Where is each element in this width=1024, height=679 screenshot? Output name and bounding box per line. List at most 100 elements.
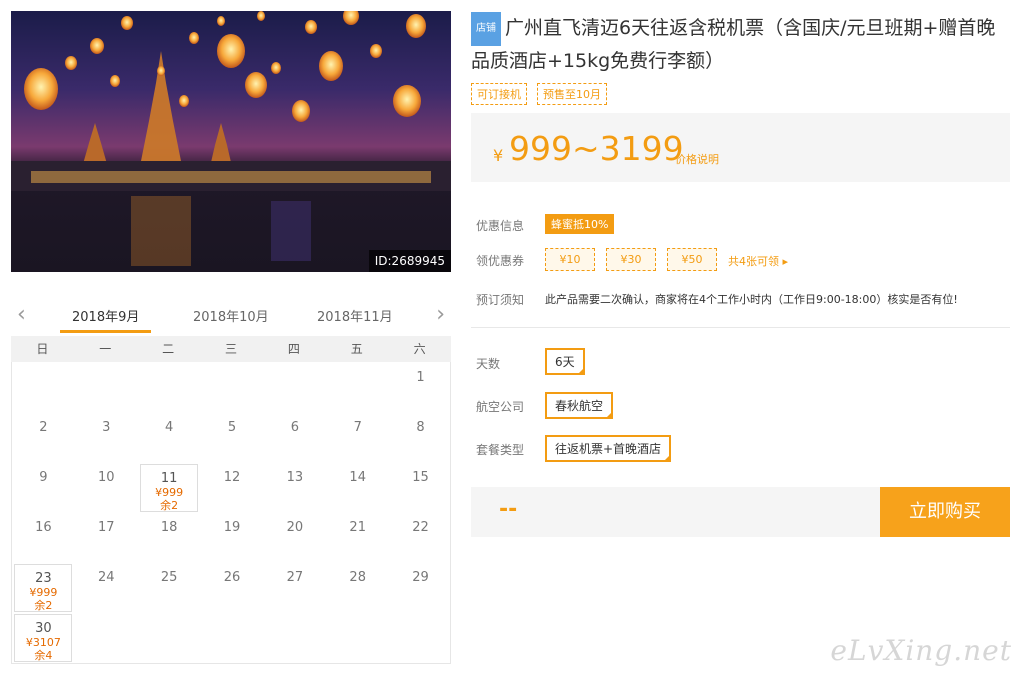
temple-night-image [11, 11, 451, 266]
calendar-day: 8 [392, 414, 450, 462]
day-number: 6 [290, 420, 299, 435]
coupon-10[interactable]: ¥10 [545, 248, 595, 271]
day-number: 1 [416, 370, 425, 385]
calendar-day: 19 [203, 514, 261, 562]
feature-tag: 可订接机 [471, 83, 527, 105]
calendar-day: 16 [14, 514, 72, 562]
calendar-grid: 1 2 3 4 5 6 7 8 9 10 11 ¥999 余2 12 13 14 15 16 17 18 19 20 21 2… [11, 362, 451, 664]
calendar-day: 29 [392, 564, 450, 612]
weekday: 三 [225, 342, 238, 356]
total-price: -- [499, 497, 518, 522]
calendar-day: 14 [329, 464, 387, 512]
days-label: 天数 [476, 357, 501, 371]
day-number: 10 [98, 470, 115, 485]
calendar-day: 27 [266, 564, 324, 612]
product-title: 店铺 广州直飞清迈6天往返含税机票（含国庆/元旦班期+赠首晚品质酒店+15kg免费… [471, 12, 1011, 76]
day-number: 17 [98, 520, 115, 535]
coupon-50[interactable]: ¥50 [667, 248, 717, 271]
calendar-day: 1 [392, 364, 450, 412]
day-number: 27 [286, 570, 304, 585]
price-range: 999~3199 [509, 129, 684, 168]
weekday: 六 [413, 342, 426, 356]
day-number: 28 [349, 570, 366, 585]
option-package[interactable]: 往返机票+首晚酒店 [545, 435, 672, 462]
option-airline[interactable]: 春秋航空 [545, 392, 614, 419]
option-days[interactable]: 6天 [545, 348, 585, 375]
coupon-more-link[interactable]: 共4张可领 ▸ [728, 253, 788, 269]
coupon-30[interactable]: ¥30 [606, 248, 656, 271]
shop-badge: 店铺 [471, 12, 501, 46]
booking-note: 此产品需要二次确认，商家将在4个工作小时内（工作日9:00-18:00）核实是否… [545, 293, 958, 306]
airline-label: 航空公司 [476, 400, 525, 414]
promo-label: 优惠信息 [476, 219, 525, 233]
day-number: 20 [286, 520, 304, 535]
weekday: 日 [36, 342, 49, 356]
day-number: 12 [223, 470, 241, 485]
tab-month-oct[interactable]: 2018年10月 [193, 306, 269, 325]
price-currency: ¥ [493, 146, 504, 165]
feature-tag: 预售至10月 [537, 83, 607, 105]
weekday: 一 [99, 342, 112, 356]
tab-month-sep[interactable]: 2018年9月 [59, 306, 152, 333]
day-number: 19 [223, 520, 241, 535]
chevron-left-icon[interactable]: ‹ [17, 304, 26, 326]
calendar-day: 15 [392, 464, 450, 512]
day-number: 3 [102, 420, 111, 435]
day-number: 25 [160, 570, 178, 585]
calendar-day: 18 [140, 514, 198, 562]
tab-month-nov[interactable]: 2018年11月 [317, 306, 393, 325]
promo-badge: 蜂蜜抵10% [545, 214, 615, 234]
day-number: 5 [227, 420, 237, 435]
day-number: 24 [98, 570, 115, 585]
divider [471, 327, 1010, 328]
day-number: 29 [412, 570, 429, 585]
booking-label: 预订须知 [476, 293, 525, 307]
calendar-day: 4 [140, 414, 198, 462]
calendar-day: 12 [203, 464, 261, 512]
day-number: 22 [412, 520, 429, 535]
day-number: 14 [349, 470, 366, 485]
day-price: ¥999 [29, 586, 58, 599]
day-number: 11 [160, 471, 178, 486]
calendar-day: 2 [14, 414, 72, 462]
product-title-text: 广州直飞清迈6天往返含税机票（含国庆/元旦班期+赠首晚品质酒店+15kg免费行李… [471, 17, 996, 72]
day-number: 26 [223, 570, 241, 585]
day-number: 15 [412, 470, 429, 485]
price-panel: ¥ 999~3199 价格说明 [471, 113, 1010, 182]
feature-tags: 可订接机 预售至10月 [471, 83, 607, 105]
calendar-header: ‹ 2018年9月 2018年10月 2018年11月 › [11, 300, 451, 336]
calendar-day: 9 [14, 464, 72, 512]
calendar-day: 25 [140, 564, 198, 612]
calendar-day[interactable]: 30 ¥3107 余4 [14, 614, 73, 662]
price-note-link[interactable]: 价格说明 [675, 151, 719, 167]
calendar-day[interactable]: 11 ¥999 余2 [140, 464, 199, 512]
watermark: eLvXing.net [830, 634, 1012, 667]
calendar-day: 6 [266, 414, 324, 462]
package-label: 套餐类型 [476, 443, 525, 457]
day-number: 13 [286, 470, 304, 485]
product-photo: ID:2689945 [11, 11, 451, 272]
day-number: 8 [416, 420, 425, 435]
day-number: 21 [349, 520, 366, 535]
calendar-day: 5 [203, 414, 261, 462]
product-title-block: 店铺 广州直飞清迈6天往返含税机票（含国庆/元旦班期+赠首晚品质酒店+15kg免费… [471, 12, 1011, 76]
day-stock: 余4 [34, 649, 53, 662]
day-number: 18 [160, 520, 178, 535]
day-number: 16 [35, 520, 52, 535]
day-price: ¥3107 [25, 636, 61, 649]
calendar-day: 13 [266, 464, 324, 512]
calendar-day: 26 [203, 564, 261, 612]
day-price: ¥999 [155, 486, 184, 499]
calendar-day: 17 [77, 514, 135, 562]
day-stock: 余2 [34, 599, 53, 612]
calendar-day: 3 [77, 414, 135, 462]
calendar-day[interactable]: 23 ¥999 余2 [14, 564, 73, 612]
day-number: 7 [353, 420, 362, 435]
buy-now-button[interactable]: 立即购买 [880, 487, 1010, 537]
calendar-day: 21 [329, 514, 387, 562]
purchase-bar: -- 立即购买 [471, 487, 1010, 537]
calendar-day: 20 [266, 514, 324, 562]
day-number: 30 [35, 621, 52, 636]
calendar-day: 28 [329, 564, 387, 612]
chevron-right-icon[interactable]: › [436, 304, 445, 326]
